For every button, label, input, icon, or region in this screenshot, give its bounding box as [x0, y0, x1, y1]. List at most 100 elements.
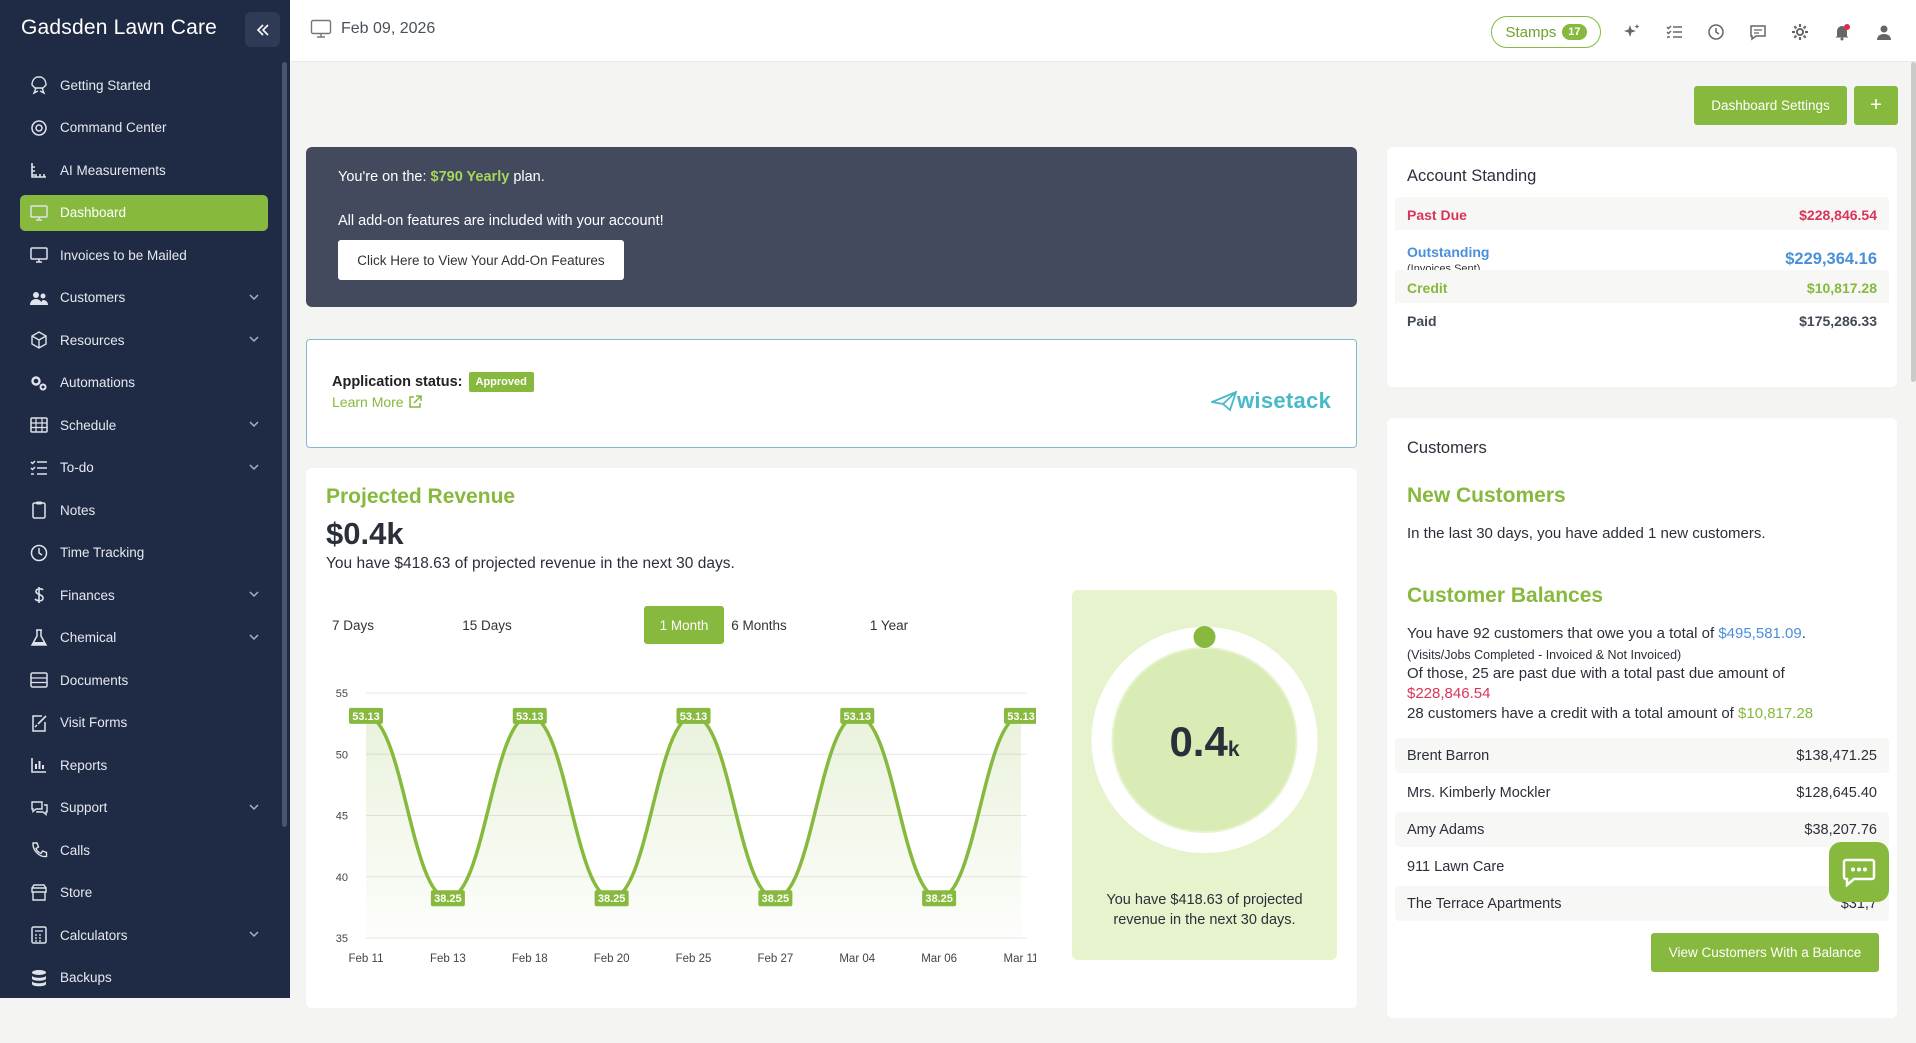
- range-tab-6-months[interactable]: 6 Months: [704, 606, 814, 644]
- sidebar-item-dashboard[interactable]: Dashboard: [20, 194, 268, 231]
- add-widget-button[interactable]: +: [1854, 86, 1898, 125]
- chevron-down-icon: [249, 591, 259, 598]
- double-chevron-left-icon: [256, 23, 269, 36]
- account-row-paid[interactable]: Paid $175,286.33: [1395, 303, 1889, 339]
- sidebar-item-label: Calls: [60, 842, 91, 858]
- x-tick-label: Feb 25: [676, 953, 712, 965]
- chat-icon: [29, 798, 49, 818]
- calendar-icon: [29, 415, 49, 435]
- balance-amount: $128,645.40: [1796, 784, 1877, 801]
- account-row-label: Past Due: [1407, 207, 1467, 223]
- y-tick-label: 40: [336, 872, 348, 884]
- view-addons-button[interactable]: Click Here to View Your Add-On Features: [338, 240, 624, 280]
- credit-text: 28 customers have a credit with a total …: [1407, 704, 1813, 724]
- message-icon[interactable]: [1748, 22, 1768, 42]
- sidebar-item-to-do[interactable]: To-do: [20, 450, 268, 486]
- sidebar-item-reports[interactable]: Reports: [20, 747, 268, 783]
- credit-amount[interactable]: $10,817.28: [1738, 705, 1813, 722]
- balance-row[interactable]: Mrs. Kimberly Mockler $128,645.40: [1395, 775, 1889, 810]
- x-tick-label: Mar 06: [921, 953, 957, 965]
- gauge-value: 0.4k: [1072, 718, 1337, 766]
- stamps-count-badge: 17: [1562, 24, 1587, 40]
- chat-widget-button[interactable]: [1829, 842, 1889, 902]
- pastdue-text: Of those, 25 are past due with a total p…: [1407, 665, 1785, 682]
- sidebar-item-support[interactable]: Support: [20, 790, 268, 826]
- balance-row[interactable]: Amy Adams $38,207.76: [1395, 812, 1889, 847]
- sidebar-item-label: Command Center: [60, 120, 167, 135]
- account-row-value: $10,817.28: [1806, 280, 1877, 296]
- account-row-label: Credit: [1407, 280, 1448, 296]
- chevron-down-icon: [249, 293, 259, 300]
- list-check-icon[interactable]: [1664, 22, 1684, 42]
- application-status-card: Application status: Approved Learn More w…: [306, 339, 1357, 448]
- owe-amount[interactable]: $495,581.09: [1718, 625, 1801, 642]
- sidebar-item-store[interactable]: Store: [20, 875, 268, 911]
- collapse-sidebar-button[interactable]: [245, 12, 280, 47]
- gear-icon[interactable]: [1790, 22, 1810, 42]
- balance-row[interactable]: Brent Barron $138,471.25: [1395, 738, 1889, 773]
- plan-suffix: plan.: [509, 169, 545, 185]
- sidebar-item-visit-forms[interactable]: Visit Forms: [20, 705, 268, 741]
- stamps-label: Stamps: [1505, 23, 1557, 41]
- sidebar-item-time-tracking[interactable]: Time Tracking: [20, 535, 268, 571]
- customers-title: Customers: [1407, 439, 1487, 457]
- sidebar-item-label: To-do: [60, 460, 94, 475]
- sidebar-item-getting-started[interactable]: Getting Started: [20, 67, 268, 103]
- wisetack-wordmark: wisetack: [1237, 388, 1332, 413]
- range-tab-7-days[interactable]: 7 Days: [324, 606, 382, 644]
- sidebar-item-backups[interactable]: Backups: [20, 960, 268, 996]
- sidebar-item-customers[interactable]: Customers: [20, 280, 268, 316]
- pastdue-amount[interactable]: $228,846.54: [1407, 684, 1490, 704]
- wisetack-logo: wisetack: [1211, 388, 1331, 414]
- view-customers-balance-button[interactable]: View Customers With a Balance: [1651, 933, 1879, 972]
- command-icon: [29, 118, 49, 138]
- sidebar-item-documents[interactable]: Documents: [20, 662, 268, 698]
- range-tab-1-year[interactable]: 1 Year: [854, 606, 924, 644]
- data-label: 53.13: [1007, 711, 1035, 723]
- sidebar-item-calls[interactable]: Calls: [20, 832, 268, 868]
- y-tick-label: 50: [336, 749, 348, 761]
- sidebar-item-command-center[interactable]: Command Center: [20, 110, 268, 146]
- bell-icon[interactable]: [1832, 22, 1852, 42]
- history-icon[interactable]: [1706, 22, 1726, 42]
- sidebar-item-schedule[interactable]: Schedule: [20, 407, 268, 443]
- projected-revenue-card: Projected Revenue $0.4k You have $418.63…: [306, 468, 1357, 1008]
- sidebar-item-notes[interactable]: Notes: [20, 492, 268, 528]
- clock-icon: [29, 543, 49, 563]
- x-tick-label: Feb 27: [757, 953, 793, 965]
- data-label: 53.13: [680, 711, 708, 723]
- user-icon[interactable]: [1874, 22, 1894, 42]
- account-row-credit[interactable]: Credit $10,817.28: [1395, 270, 1889, 306]
- dashboard-settings-button[interactable]: Dashboard Settings: [1694, 86, 1847, 125]
- chevron-down-icon: [249, 421, 259, 428]
- stamps-button[interactable]: Stamps 17: [1491, 16, 1601, 48]
- sidebar-item-label: Visit Forms: [60, 715, 128, 730]
- sidebar-item-label: Backups: [60, 970, 112, 985]
- clipboard-icon: [29, 500, 49, 520]
- sidebar-item-chemical[interactable]: Chemical: [20, 620, 268, 656]
- account-row-past-due[interactable]: Past Due $228,846.54: [1395, 197, 1889, 233]
- sidebar-scrollbar[interactable]: [282, 62, 287, 827]
- range-tab-15-days[interactable]: 15 Days: [450, 606, 524, 644]
- balance-row[interactable]: 911 Lawn Care$32,8: [1395, 849, 1889, 884]
- sidebar-item-finances[interactable]: Finances: [20, 577, 268, 613]
- sidebar-item-invoices-to-be-mailed[interactable]: Invoices to be Mailed: [20, 237, 268, 273]
- balance-row[interactable]: The Terrace Apartments $31,7: [1395, 886, 1889, 921]
- revenue-line-chart: 55 50 45 40 35 53.13 Feb 11 38.25 Feb 13 53.13 Feb…: [336, 688, 1036, 965]
- page-scrollbar[interactable]: [1911, 62, 1916, 382]
- account-row-value: $175,286.33: [1799, 313, 1877, 329]
- learn-more-link[interactable]: Learn More: [332, 394, 422, 410]
- gauge-unit: k: [1227, 738, 1240, 761]
- dollar-icon: [29, 585, 49, 605]
- sparkle-icon[interactable]: [1622, 22, 1642, 42]
- sidebar-item-ai-measurements[interactable]: AI Measurements: [20, 152, 268, 188]
- sidebar-item-label: Invoices to be Mailed: [60, 247, 187, 263]
- balance-customer-name: Mrs. Kimberly Mockler: [1407, 784, 1551, 801]
- sidebar-item-calculators[interactable]: Calculators: [20, 917, 268, 953]
- addons-text: All add-on features are included with yo…: [338, 213, 664, 229]
- plan-banner: You're on the: $790 Yearly plan. All add…: [306, 147, 1357, 307]
- sidebar-item-automations[interactable]: Automations: [20, 365, 268, 401]
- sidebar-item-resources[interactable]: Resources: [20, 322, 268, 358]
- sidebar-item-label: Time Tracking: [60, 545, 145, 560]
- owe-suffix: .: [1801, 625, 1806, 642]
